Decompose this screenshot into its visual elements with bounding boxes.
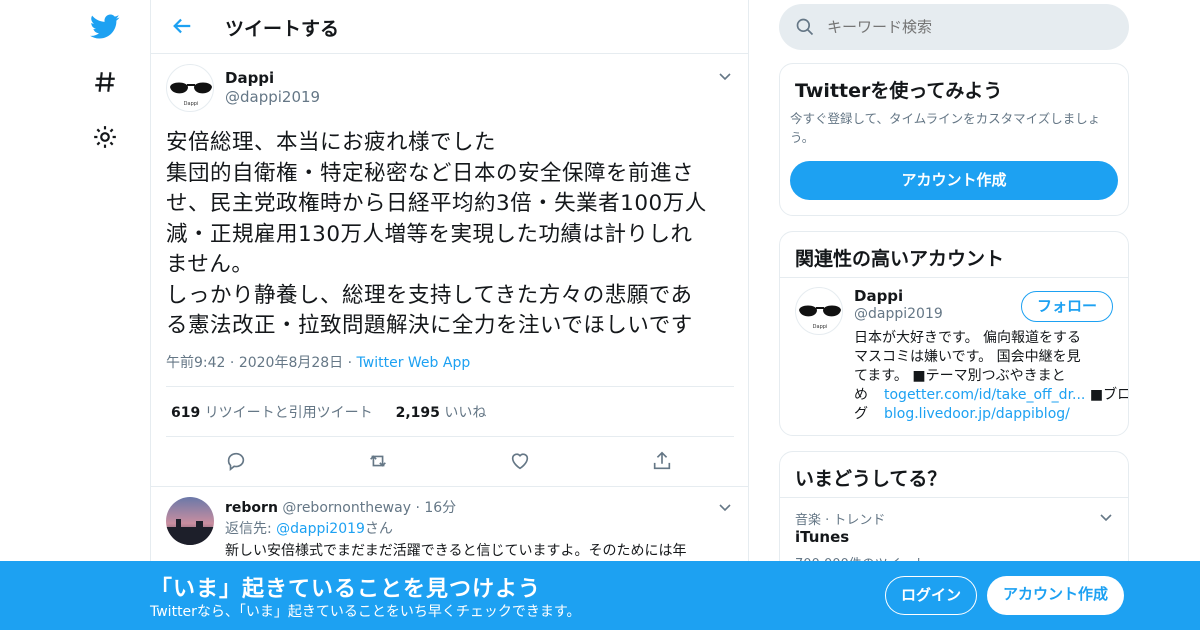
- replying-to: 返信先: @dappi2019さん: [225, 518, 393, 538]
- signup-card-title: Twitterを使ってみよう: [795, 80, 1003, 102]
- bottom-create-account-button[interactable]: アカウント作成: [987, 576, 1124, 615]
- author-handle[interactable]: @dappi2019: [225, 88, 320, 106]
- trend-name[interactable]: iTunes: [795, 528, 849, 546]
- tweet-stats: 619 リツイートと引用ツイート 2,195 いいね: [171, 402, 486, 422]
- like-label[interactable]: いいね: [444, 405, 486, 421]
- like-count[interactable]: 2,195: [396, 405, 440, 421]
- avatar-text: Dappi: [184, 101, 199, 107]
- related-accounts-card: 関連性の高いアカウント Dappi Dappi @dappi2019 フォロー …: [779, 231, 1129, 436]
- retweet-count[interactable]: 619: [171, 405, 200, 421]
- tweet-source-link[interactable]: Twitter Web App: [357, 355, 471, 371]
- tweet-text-line: 集団的自衛権・特定秘密など日本の安全保障を前進さ: [166, 160, 695, 186]
- divider: [780, 497, 1128, 498]
- search-icon: [795, 17, 815, 41]
- reply-dot: ·: [415, 500, 420, 516]
- avatar-text: Dappi: [813, 324, 828, 330]
- bio-line: マスコミは嫌いです。 国会中継を見: [854, 349, 1081, 365]
- trend-chevron-down-icon[interactable]: [1098, 509, 1114, 529]
- related-account-handle[interactable]: @dappi2019: [854, 306, 943, 322]
- tweet-text-line: る憲法改正・拉致問題解決に全力を注いでほしいです: [166, 313, 693, 338]
- bio-text: め: [854, 387, 868, 403]
- related-account-bio: 日本が大好きです。 偏向報道をする マスコミは嫌いです。 国会中継を見 てます。…: [854, 329, 1129, 424]
- divider: [151, 486, 748, 487]
- main-column: ツイートする Dappi Dappi @dappi2019 安倍総理、本当にお疲…: [150, 0, 749, 630]
- reply-author-handle[interactable]: @rebornontheway: [282, 500, 411, 516]
- explore-hashtag-icon[interactable]: [88, 65, 122, 99]
- bio-text: ■ブロ: [1089, 387, 1129, 403]
- bio-text: グ: [854, 406, 868, 422]
- reply-icon[interactable]: [225, 450, 249, 474]
- related-account-name[interactable]: Dappi: [854, 287, 903, 305]
- divider: [780, 277, 1128, 278]
- search-bar[interactable]: [779, 4, 1129, 50]
- tweet-text-line: 減・正規雇用130万人増等を実現した功績は計りしれ: [166, 221, 693, 247]
- author-name[interactable]: Dappi: [225, 69, 274, 87]
- tweet-text: 安倍総理、本当にお疲れ様でした 集団的自衛権・特定秘密など日本の安全保障を前進さ…: [166, 128, 736, 342]
- divider: [166, 386, 734, 387]
- like-heart-icon[interactable]: [509, 450, 533, 474]
- divider: [166, 436, 734, 437]
- bottom-bar-subtitle: Twitterなら、「いま」起きていることをいち早くチェックできます。: [150, 604, 581, 620]
- meta-dot: ·: [347, 355, 353, 371]
- follow-button[interactable]: フォロー: [1021, 291, 1113, 322]
- trend-category: 音楽 · トレンド: [795, 513, 886, 528]
- bottom-bar-title: 「いま」起きていることを見つけよう: [150, 577, 542, 602]
- reply-author-name[interactable]: reborn: [225, 500, 278, 516]
- bio-line: てます。 ■テーマ別つぶやきまと: [854, 368, 1066, 384]
- back-arrow-icon[interactable]: [171, 15, 193, 41]
- tweet-text-line: ません。: [166, 252, 254, 277]
- login-button[interactable]: ログイン: [885, 576, 977, 615]
- page-title: ツイートする: [225, 18, 340, 40]
- related-card-title: 関連性の高いアカウント: [795, 248, 1005, 270]
- twitter-logo-icon[interactable]: [88, 10, 122, 44]
- tweet-text-line: 安倍総理、本当にお疲れ様でした: [166, 130, 497, 155]
- reply-time[interactable]: 16分: [424, 500, 456, 516]
- reply-header: reborn @rebornontheway · 16分: [225, 497, 456, 517]
- bio-line: 日本が大好きです。 偏向報道をする: [854, 330, 1082, 346]
- tweet-text-line: しっかり静養し、総理を支持してきた方々の悲願であ: [166, 282, 693, 308]
- replying-to-label: 返信先:: [225, 521, 272, 537]
- related-account-avatar[interactable]: Dappi: [795, 287, 843, 335]
- tweet-date[interactable]: 2020年8月28日: [239, 355, 343, 371]
- retweet-icon[interactable]: [366, 450, 390, 474]
- bio-link-blog[interactable]: blog.livedoor.jp/dappiblog/: [884, 406, 1070, 422]
- tweet-time[interactable]: 午前9:42: [166, 355, 225, 371]
- chevron-down-icon[interactable]: [717, 68, 733, 88]
- signup-card: Twitterを使ってみよう 今すぐ登録して、タイムラインをカスタマイズしましょ…: [779, 63, 1129, 216]
- signup-desc-line: 今すぐ登録して、タイムラインをカスタマイズしましょ: [790, 111, 1101, 126]
- author-avatar[interactable]: Dappi: [166, 64, 214, 112]
- signup-card-desc: 今すぐ登録して、タイムラインをカスタマイズしましょ う。: [790, 109, 1100, 147]
- reply-chevron-down-icon[interactable]: [717, 499, 733, 519]
- meta-dot: ·: [229, 355, 235, 371]
- signup-desc-line: う。: [790, 130, 815, 145]
- replying-to-handle[interactable]: @dappi2019: [276, 521, 365, 537]
- left-nav: [0, 0, 150, 630]
- tweet-text-line: せ、民主党政権時から日経平均約3倍・失業者100万人: [166, 191, 707, 216]
- reply-avatar[interactable]: [166, 497, 214, 545]
- bio-link-togetter[interactable]: togetter.com/id/take_off_dr...: [884, 387, 1085, 403]
- retweet-label[interactable]: リツイートと引用ツイート: [205, 405, 373, 421]
- reply-text: 新しい安倍様式でまだまだ活躍できると信じていますよ。そのためには年: [225, 543, 687, 559]
- bottom-signup-bar: 「いま」起きていることを見つけよう Twitterなら、「いま」起きていることを…: [0, 561, 1200, 630]
- replying-to-suffix: さん: [364, 521, 393, 537]
- settings-gear-icon[interactable]: [88, 120, 122, 154]
- search-input[interactable]: [827, 12, 1117, 42]
- create-account-button[interactable]: アカウント作成: [790, 161, 1118, 200]
- trends-card-title: いまどうしてる？: [795, 468, 947, 490]
- share-icon[interactable]: [651, 450, 675, 474]
- tweet-meta: 午前9:42 · 2020年8月28日 · Twitter Web App: [166, 352, 470, 372]
- page-header: ツイートする: [151, 0, 748, 54]
